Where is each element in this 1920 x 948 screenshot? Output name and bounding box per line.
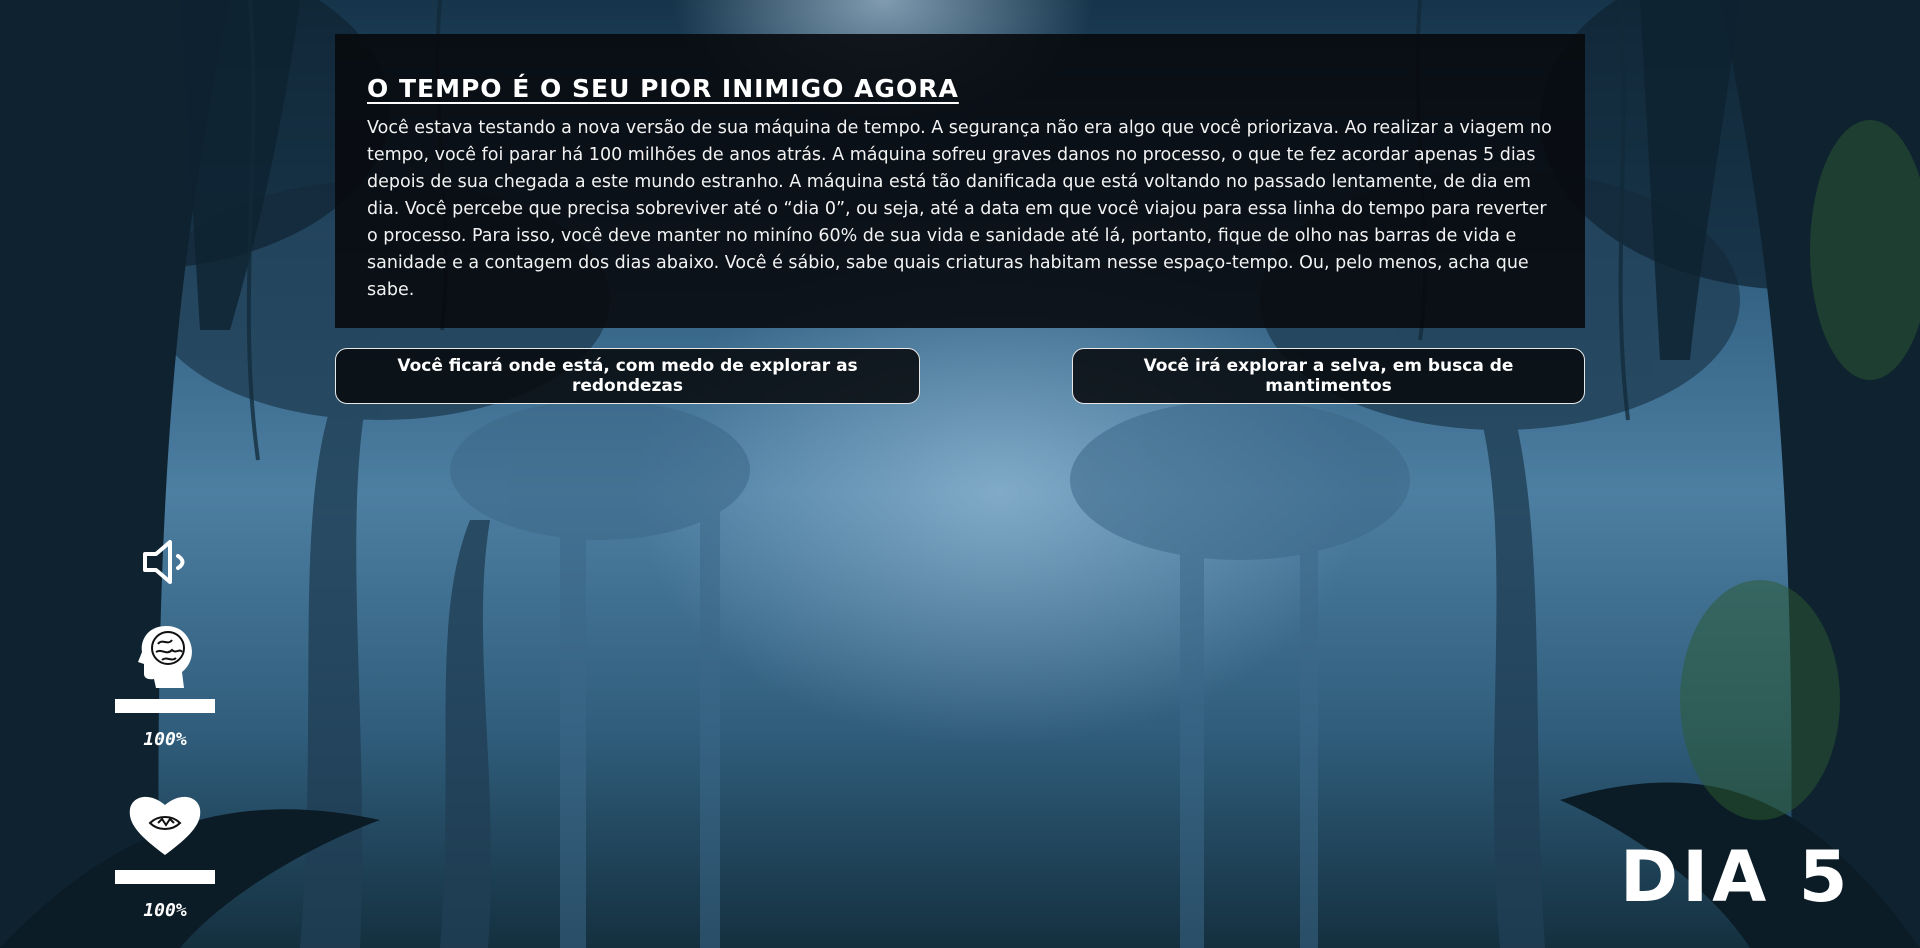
health-bar-fill bbox=[115, 870, 215, 884]
sanity-bar-fill bbox=[115, 699, 215, 713]
brain-head-icon bbox=[138, 626, 192, 688]
choice-explore-button[interactable]: Você irá explorar a selva, em busca de m… bbox=[1072, 348, 1585, 404]
sanity-bar bbox=[115, 699, 215, 713]
story-panel: O tempo é o seu pior inimigo agora Você … bbox=[335, 34, 1585, 328]
sound-toggle[interactable] bbox=[140, 536, 192, 588]
health-bar bbox=[115, 870, 215, 884]
day-counter: DIA 5 bbox=[1620, 836, 1852, 918]
story-text: Você estava testando a nova versão de su… bbox=[367, 118, 1552, 300]
speaker-icon bbox=[143, 540, 185, 584]
story-title: O tempo é o seu pior inimigo agora bbox=[367, 74, 959, 103]
sanity-icon-wrap bbox=[136, 624, 194, 688]
choice-stay-button[interactable]: Você ficará onde está, com medo de explo… bbox=[335, 348, 920, 404]
sanity-percent: 100% bbox=[143, 729, 187, 750]
health-icon-wrap bbox=[128, 793, 202, 857]
heart-icon bbox=[129, 796, 201, 855]
health-percent: 100% bbox=[143, 900, 187, 921]
